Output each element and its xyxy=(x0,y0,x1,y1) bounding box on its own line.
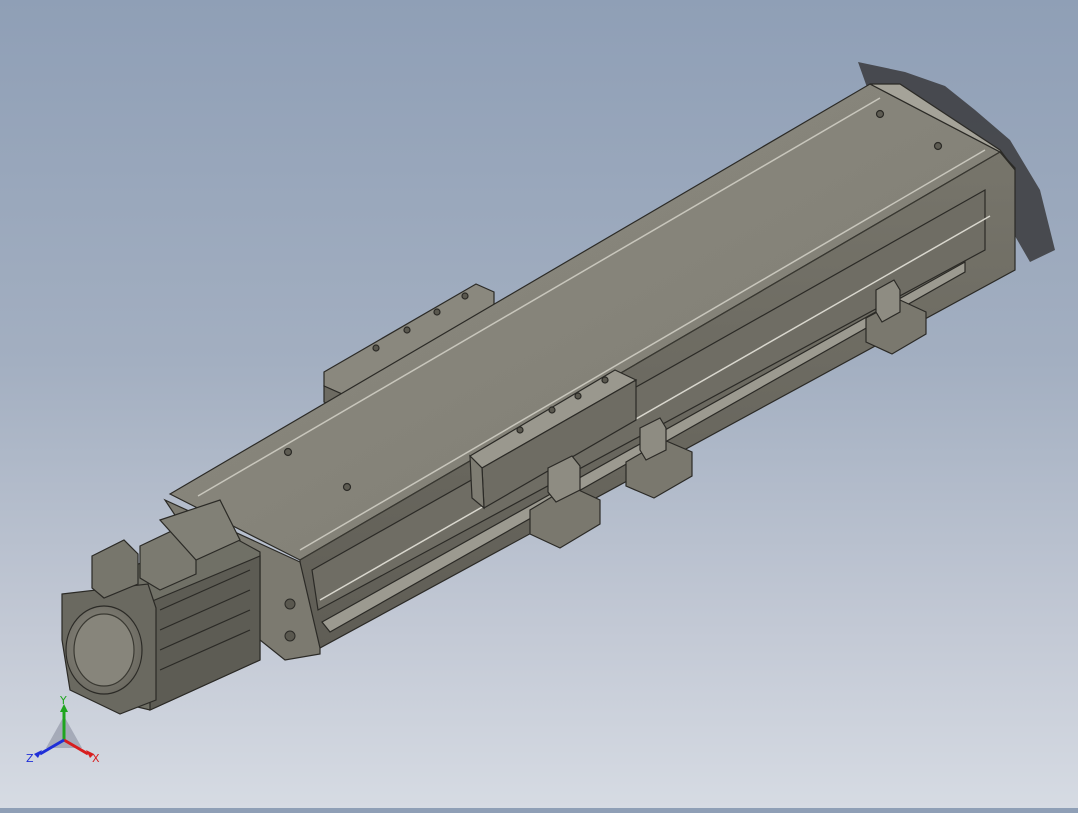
y-axis-label: Y xyxy=(59,694,67,707)
x-axis-label: X xyxy=(92,752,100,765)
coordinate-triad[interactable]: Y X Z xyxy=(24,694,104,774)
model-render[interactable] xyxy=(0,0,1078,808)
graphics-viewport[interactable]: Y X Z xyxy=(0,0,1078,808)
actuator-body[interactable] xyxy=(163,83,1016,661)
z-axis-label: Z xyxy=(26,752,34,765)
servo-motor[interactable] xyxy=(61,499,261,715)
